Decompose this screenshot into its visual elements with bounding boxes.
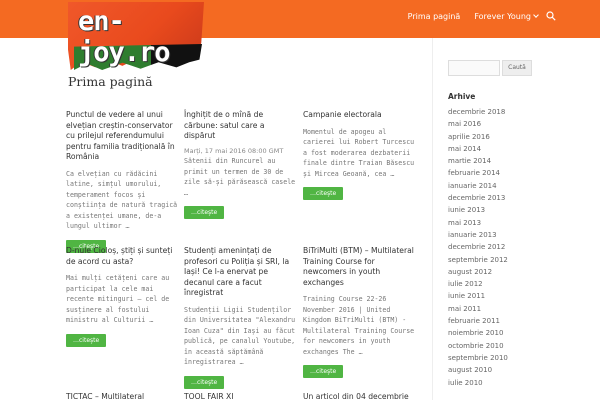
archive-link[interactable]: septembrie 2010 <box>448 352 508 364</box>
archive-link[interactable]: mai 2013 <box>448 217 508 229</box>
archive-link[interactable]: iunie 2011 <box>448 290 508 302</box>
post-title-link[interactable]: Înghițit de o mînă de cărbune: satul car… <box>184 110 296 142</box>
archive-link[interactable]: ianuarie 2013 <box>448 229 508 241</box>
archive-link[interactable]: decembrie 2013 <box>448 192 508 204</box>
read-more-button[interactable]: …citeşte <box>66 333 107 347</box>
archive-link[interactable]: iulie 2012 <box>448 278 508 290</box>
logo-text: en-joy.ro <box>78 6 171 68</box>
post-card: Studenți amenințați de profesori cu Poli… <box>184 246 296 389</box>
post-date: Marți, 17 mai 2016 08:00 GMT <box>184 146 284 155</box>
post-card: Punctul de vedere al unui elvețian creșt… <box>66 110 178 253</box>
archive-link[interactable]: noiembrie 2010 <box>448 327 508 339</box>
archive-heading: Arhive <box>448 92 476 101</box>
search-button[interactable]: Caută <box>502 60 532 76</box>
post-excerpt: Mai mulți cetățeni care au participat la… <box>66 274 170 324</box>
archive-link[interactable]: aprilie 2016 <box>448 131 508 143</box>
archive-link[interactable]: august 2012 <box>448 266 508 278</box>
archive-link[interactable]: octombrie 2010 <box>448 340 508 352</box>
nav-item-home[interactable]: Prima pagină <box>408 12 461 21</box>
post-card: Un articol din 04 decembrie <box>303 392 415 400</box>
archive-link[interactable]: iunie 2013 <box>448 204 508 216</box>
post-title-link[interactable]: TOOL FAIR XI <box>184 392 296 400</box>
archive-link[interactable]: mai 2011 <box>448 303 508 315</box>
page-title: Prima pagină <box>68 74 153 89</box>
nav-item-forever-young[interactable]: Forever Young <box>474 12 539 21</box>
archive-link[interactable]: decembrie 2012 <box>448 241 508 253</box>
read-more-button[interactable]: …citeşte <box>184 206 225 219</box>
post-excerpt: Studenții Ligii Studenților din Universi… <box>184 305 296 367</box>
archive-link[interactable]: mai 2016 <box>448 118 508 130</box>
post-title-link[interactable]: Studenți amenințați de profesori cu Poli… <box>184 246 296 299</box>
post-excerpt: Training Course 22-26 November 2016 | Un… <box>303 295 415 356</box>
post-title-link[interactable]: Punctul de vedere al unui elvețian creșt… <box>66 110 178 163</box>
archive-link[interactable]: august 2010 <box>448 364 508 376</box>
post-excerpt: Ca elvețian cu rădăcini latine, simțul u… <box>66 169 178 231</box>
post-title-link[interactable]: Campanie electorala <box>303 110 415 121</box>
read-more-button[interactable]: …citeşte <box>303 365 344 378</box>
post-excerpt: Sătenii din Runcurel au primit un termen… <box>184 157 296 197</box>
post-title-link[interactable]: BiTriMulti (BTM) – Multilateral Training… <box>303 246 415 288</box>
post-title-link[interactable]: D-nule Cioloș, știți și sunteți de acord… <box>66 246 178 267</box>
archive-link[interactable]: martie 2014 <box>448 155 508 167</box>
search-icon[interactable] <box>546 11 556 21</box>
sidebar-divider <box>432 38 433 400</box>
archive-link[interactable]: septembrie 2012 <box>448 254 508 266</box>
post-title-link[interactable]: TICTAC – Multilateral <box>66 392 178 400</box>
post-card: BiTriMulti (BTM) – Multilateral Training… <box>303 246 415 378</box>
search-input[interactable] <box>448 60 500 76</box>
archive-link[interactable]: ianuarie 2014 <box>448 180 508 192</box>
archive-link[interactable]: februarie 2014 <box>448 167 508 179</box>
read-more-button[interactable]: …citeşte <box>303 187 344 200</box>
chevron-down-icon <box>533 12 539 18</box>
post-excerpt: Momentul de apogeu al carierei lui Rober… <box>303 127 415 178</box>
post-card: D-nule Cioloș, știți și sunteți de acord… <box>66 246 178 347</box>
archive-link[interactable]: decembrie 2018 <box>448 106 508 118</box>
main-nav: Prima pagină Forever Young <box>408 12 539 21</box>
site-logo[interactable]: en-joy.ro <box>68 2 208 74</box>
archive-list: decembrie 2018 mai 2016 aprilie 2016 mai 20… <box>448 106 508 389</box>
read-more-button[interactable]: …citeşte <box>184 375 225 389</box>
post-card: Înghițit de o mînă de cărbune: satul car… <box>184 110 296 219</box>
archive-link[interactable]: iulie 2010 <box>448 377 508 389</box>
post-card: TICTAC – Multilateral <box>66 392 178 400</box>
post-title-link[interactable]: Un articol din 04 decembrie <box>303 392 415 400</box>
archive-link[interactable]: mai 2014 <box>448 143 508 155</box>
post-card: TOOL FAIR XI <box>184 392 296 400</box>
post-card: Campanie electorala Momentul de apogeu a… <box>303 110 415 200</box>
archive-link[interactable]: februarie 2011 <box>448 315 508 327</box>
